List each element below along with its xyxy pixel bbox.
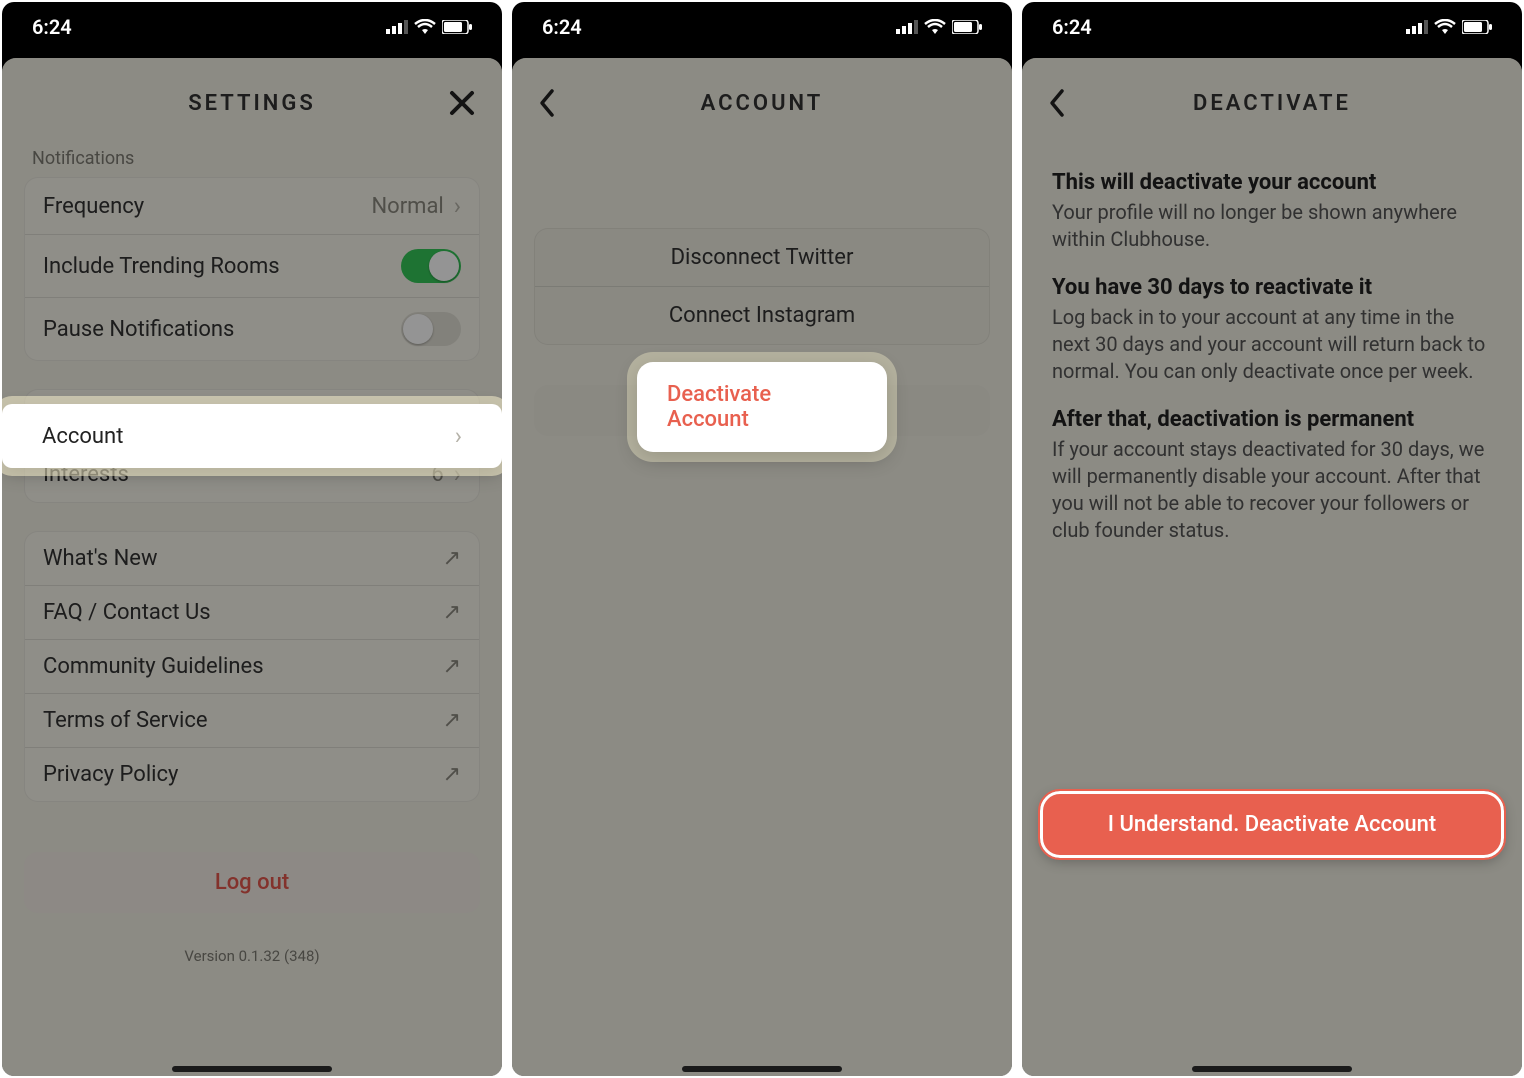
cellular-icon [386, 20, 408, 34]
row-label: Pause Notifications [43, 317, 234, 342]
frequency-value: Normal [371, 194, 443, 219]
battery-icon [1462, 20, 1492, 34]
info-heading-2: You have 30 days to reactivate it [1052, 275, 1492, 300]
version-text: Version 0.1.32 (348) [2, 947, 502, 965]
row-whats-new[interactable]: What's New ↗ [25, 532, 479, 586]
page-title: DEACTIVATE [1193, 91, 1351, 116]
row-label: Frequency [43, 194, 144, 219]
cellular-icon [1406, 20, 1428, 34]
phone-settings: 6:24 SETTINGS Notifications [2, 2, 502, 1076]
page-title: SETTINGS [188, 91, 316, 116]
status-bar: 6:24 [2, 2, 502, 52]
social-group: Disconnect Twitter Connect Instagram [534, 228, 990, 345]
status-bar: 6:24 [1022, 2, 1522, 52]
home-indicator [682, 1066, 842, 1072]
logout-button[interactable]: Log out [24, 852, 480, 913]
notifications-group: Frequency Normal › Include Trending Room… [24, 177, 480, 361]
wifi-icon [1434, 19, 1456, 35]
toggle-pause[interactable] [401, 312, 461, 346]
row-label: Terms of Service [43, 708, 208, 733]
cellular-icon [896, 20, 918, 34]
row-account[interactable]: Account › [2, 404, 502, 468]
header: DEACTIVATE [1022, 58, 1522, 148]
row-trending[interactable]: Include Trending Rooms [25, 235, 479, 298]
header: SETTINGS [2, 58, 502, 148]
row-label: Include Trending Rooms [43, 254, 280, 279]
logout-label: Log out [215, 870, 289, 895]
row-community[interactable]: Community Guidelines ↗ [25, 640, 479, 694]
deactivate-account-button[interactable]: Deactivate Account [637, 362, 887, 452]
back-icon[interactable] [1048, 88, 1066, 118]
links-group: What's New ↗ FAQ / Contact Us ↗ Communit… [24, 531, 480, 802]
status-icons [896, 19, 982, 35]
chevron-right-icon: › [455, 422, 462, 450]
disconnect-twitter-button[interactable]: Disconnect Twitter [535, 229, 989, 287]
toggle-trending[interactable] [401, 249, 461, 283]
status-time: 6:24 [32, 15, 72, 39]
external-link-icon: ↗ [443, 762, 461, 787]
close-icon[interactable] [448, 89, 476, 117]
section-label-notifications: Notifications [2, 148, 502, 177]
confirm-deactivate-button[interactable]: I Understand. Deactivate Account [1040, 791, 1504, 858]
info-text-3: If your account stays deactivated for 30… [1052, 436, 1492, 544]
external-link-icon: ↗ [443, 546, 461, 571]
info-text-1: Your profile will no longer be shown any… [1052, 199, 1492, 253]
home-indicator [172, 1066, 332, 1072]
wifi-icon [414, 19, 436, 35]
row-terms[interactable]: Terms of Service ↗ [25, 694, 479, 748]
home-indicator [1192, 1066, 1352, 1072]
connect-instagram-button[interactable]: Connect Instagram [535, 287, 989, 344]
battery-icon [952, 20, 982, 34]
deactivate-info: This will deactivate your account Your p… [1022, 170, 1522, 544]
row-frequency[interactable]: Frequency Normal › [25, 178, 479, 235]
status-time: 6:24 [542, 15, 582, 39]
button-label: Disconnect Twitter [671, 245, 854, 270]
row-label: FAQ / Contact Us [43, 600, 211, 625]
row-label: What's New [43, 546, 158, 571]
external-link-icon: ↗ [443, 600, 461, 625]
row-pause[interactable]: Pause Notifications [25, 298, 479, 360]
external-link-icon: ↗ [443, 654, 461, 679]
row-label: Community Guidelines [43, 654, 264, 679]
status-icons [1406, 19, 1492, 35]
external-link-icon: ↗ [443, 708, 461, 733]
phone-account: 6:24 ACCOUNT Disconnect Tw [512, 2, 1012, 1076]
row-privacy[interactable]: Privacy Policy ↗ [25, 748, 479, 801]
info-heading-3: After that, deactivation is permanent [1052, 407, 1492, 432]
info-text-2: Log back in to your account at any time … [1052, 304, 1492, 385]
page-title: ACCOUNT [701, 91, 824, 116]
status-icons [386, 19, 472, 35]
row-label: Privacy Policy [43, 762, 178, 787]
row-label: Account [42, 424, 123, 449]
phone-deactivate: 6:24 DEACTIVATE This will deactivate [1022, 2, 1522, 1076]
status-time: 6:24 [1052, 15, 1092, 39]
battery-icon [442, 20, 472, 34]
header: ACCOUNT [512, 58, 1012, 148]
chevron-right-icon: › [454, 192, 461, 220]
row-faq[interactable]: FAQ / Contact Us ↗ [25, 586, 479, 640]
info-heading-1: This will deactivate your account [1052, 170, 1492, 195]
status-bar: 6:24 [512, 2, 1012, 52]
back-icon[interactable] [538, 88, 556, 118]
button-label: Connect Instagram [669, 303, 855, 328]
wifi-icon [924, 19, 946, 35]
button-label: I Understand. Deactivate Account [1108, 812, 1437, 837]
button-label: Deactivate Account [667, 382, 771, 432]
